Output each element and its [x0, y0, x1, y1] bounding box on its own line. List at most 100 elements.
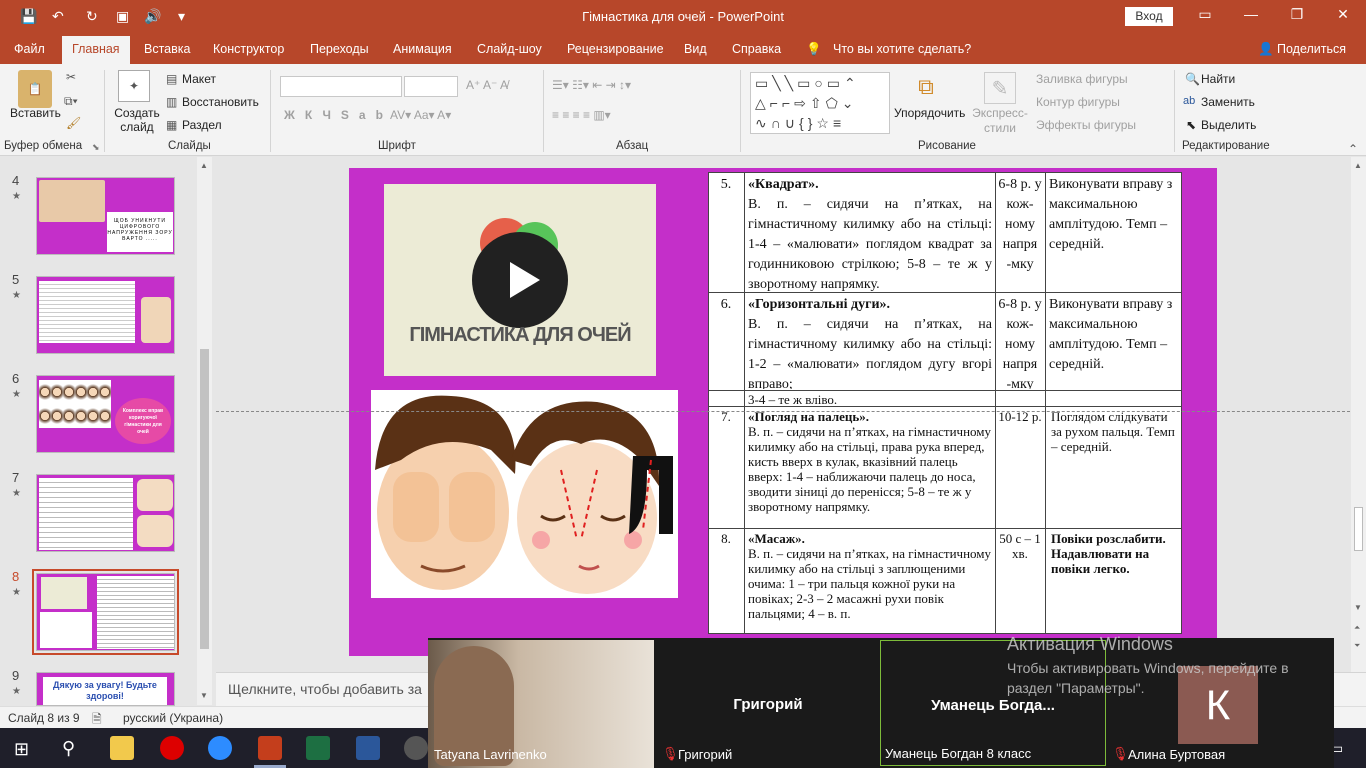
tab-view[interactable]: Вид — [684, 42, 707, 56]
minimize-icon[interactable]: — — [1236, 6, 1266, 22]
excel-icon[interactable] — [306, 736, 330, 760]
video-thumbnail[interactable]: ГІМНАСТИКА ДЛЯ ОЧЕЙ — [384, 184, 656, 376]
grow-font-icon[interactable]: A⁺ A⁻ A̸ — [466, 78, 508, 92]
slide-thumbnail-5[interactable] — [36, 276, 175, 354]
slide-number: 4 — [12, 173, 20, 188]
thumb-table — [97, 576, 174, 649]
close-icon[interactable]: ✕ — [1328, 6, 1358, 23]
arrange-icon[interactable]: ⧉ — [912, 72, 940, 102]
find-button[interactable]: Найти — [1201, 72, 1235, 86]
tab-help[interactable]: Справка — [732, 42, 781, 56]
reset-button[interactable]: Восстановить — [182, 95, 259, 109]
slide-thumbnail-7[interactable] — [36, 474, 175, 552]
slide-thumbnail-4[interactable]: ЩОБ УНИКНУТИ ЦИФРОВОГО НАПРУЖЕННЯ ЗОРУ В… — [36, 177, 175, 255]
participant-name: Уманець Богдан 8 класс — [885, 746, 1032, 761]
exercise-title: «Квадрат». — [748, 177, 819, 192]
tell-me-search[interactable]: Что вы хотите сделать? — [833, 42, 971, 56]
paste-button[interactable]: Вставить — [10, 106, 61, 120]
opera-icon[interactable] — [160, 736, 184, 760]
canvas-scrollbar[interactable]: ▲ ▼ ⏶ ⏷ — [1351, 157, 1366, 672]
shape-fill-button[interactable]: Заливка фигуры — [1036, 72, 1128, 86]
participant-display-name: Уманець Богда... — [931, 697, 1055, 714]
copy-icon[interactable]: ⧉▾ — [64, 94, 78, 109]
font-format-icons[interactable]: ЖКЧSab — [284, 108, 393, 122]
play-button[interactable] — [472, 232, 568, 328]
zoom-app-icon[interactable] — [208, 736, 232, 760]
shape-outline-button[interactable]: Контур фигуры — [1036, 95, 1120, 109]
section-icon: ▦ — [166, 118, 178, 132]
paste-icon[interactable]: 📋 — [18, 70, 52, 108]
clipboard-launcher-icon[interactable]: ⬊ — [92, 142, 100, 153]
font-color-icon[interactable]: AV▾ Aa▾ A▾ — [390, 108, 451, 122]
animation-star-icon: ★ — [12, 488, 21, 499]
slide-thumbnail-8[interactable] — [32, 569, 179, 655]
select-button[interactable]: Выделить — [1201, 118, 1256, 132]
section-button[interactable]: Раздел — [182, 118, 222, 132]
windows-start-icon[interactable]: ⊞ — [14, 739, 29, 760]
tab-transitions[interactable]: Переходы — [310, 42, 369, 56]
notes-placeholder[interactable]: Щелкните, чтобы добавить за — [228, 681, 422, 697]
tab-home[interactable]: Главная — [62, 36, 130, 64]
media-player-icon[interactable] — [404, 736, 428, 760]
exercise-table: 5. «Квадрат». В. п. – сидячи на п’ятках,… — [708, 172, 1182, 634]
word-icon[interactable] — [356, 736, 380, 760]
scroll-thumb[interactable] — [200, 349, 209, 649]
language-indicator[interactable]: русский (Украина) — [123, 711, 223, 725]
maximize-icon[interactable]: ❐ — [1282, 6, 1312, 23]
scroll-up-icon[interactable]: ▲ — [200, 161, 208, 170]
share-button[interactable]: Поделиться — [1277, 42, 1346, 56]
thumb-text-block — [39, 281, 135, 343]
cut-icon[interactable]: ✂ — [66, 70, 76, 84]
tab-insert[interactable]: Вставка — [144, 42, 190, 56]
tab-design[interactable]: Конструктор — [213, 42, 284, 56]
ribbon-display-icon[interactable]: ▭ — [1190, 6, 1220, 23]
format-painter-icon[interactable]: 🖌 — [66, 116, 81, 130]
exercise-count: 6-8 р. у кож-ному напря -мку — [998, 177, 1042, 272]
font-name-combo[interactable] — [280, 76, 402, 97]
tab-review[interactable]: Рецензирование — [567, 42, 664, 56]
slide-thumbnail-6[interactable]: Комплекс вправ коригуючої гімнастики для… — [36, 375, 175, 453]
shape-effects-button[interactable]: Эффекты фигуры — [1036, 118, 1136, 132]
scroll-up-icon[interactable]: ▲ — [1354, 161, 1362, 170]
quick-styles-button[interactable]: Экспресс-стили — [972, 106, 1028, 136]
thumbnail-scrollbar[interactable]: ▲ ▼ — [197, 157, 212, 705]
next-slide-icon[interactable]: ⏷ — [1354, 641, 1360, 651]
group-label-font: Шрифт — [378, 140, 416, 152]
replace-button[interactable]: Заменить — [1201, 95, 1255, 109]
exercise-count: 6-8 р. у кож-ному напря -мку — [998, 297, 1042, 389]
shapes-gallery[interactable]: ▭╲╲▭○▭⌃ △⌐⌐⇨⇧⬠⌄ ∿∩∪{}☆≡ — [750, 72, 890, 134]
group-label-editing: Редактирование — [1182, 140, 1270, 152]
align-icons[interactable]: ≡ ≡ ≡ ≡ ▥▾ — [552, 108, 611, 122]
search-icon[interactable]: ⚲ — [62, 738, 75, 759]
thumb-photo — [39, 180, 105, 222]
font-size-combo[interactable] — [404, 76, 458, 97]
signin-button[interactable]: Вход — [1125, 7, 1173, 26]
participant-tile[interactable]: Григорий 🎙 Григорий — [656, 640, 880, 766]
new-slide-button[interactable]: Создать слайд — [114, 106, 160, 134]
play-icon — [510, 262, 540, 298]
bullets-icon[interactable]: ☰▾ ☷▾ ⇤ ⇥ ↕▾ — [552, 78, 631, 92]
participant-tile-video[interactable]: Tatyana Lavrinenko — [428, 640, 654, 768]
tab-slideshow[interactable]: Слайд-шоу — [477, 42, 542, 56]
scroll-thumb[interactable] — [1354, 507, 1363, 551]
tab-file[interactable]: Файл — [14, 42, 45, 56]
scroll-down-icon[interactable]: ▼ — [200, 691, 208, 700]
prev-slide-icon[interactable]: ⏶ — [1354, 623, 1360, 633]
exercise-body: В. п. – сидячи на п’ятках, на гімнастичн… — [748, 546, 992, 621]
scroll-down-icon[interactable]: ▼ — [1354, 603, 1362, 612]
arrange-button[interactable]: Упорядочить — [894, 106, 965, 120]
file-explorer-icon[interactable] — [110, 736, 134, 760]
exercise-note: Поглядом слідкувати за рухом пальця. Тем… — [1051, 409, 1175, 454]
new-slide-icon[interactable]: ✦ — [118, 70, 150, 102]
tab-animations[interactable]: Анимация — [393, 42, 452, 56]
quick-styles-icon[interactable]: ✎ — [984, 72, 1016, 104]
collapse-ribbon-icon[interactable]: ⌃ — [1348, 142, 1358, 156]
replace-icon: ab — [1183, 95, 1196, 107]
powerpoint-icon[interactable] — [258, 736, 282, 760]
slide-thumbnail-9[interactable]: Дякую за увагу! Будьте здорові! — [36, 672, 175, 706]
layout-button[interactable]: Макет — [182, 72, 216, 86]
share-icon[interactable]: 👤 — [1258, 42, 1274, 57]
exercise-note: Виконувати вправу з максимальною ампліту… — [1049, 177, 1173, 252]
thumb-text: ЩОБ УНИКНУТИ ЦИФРОВОГО НАПРУЖЕННЯ ЗОРУ В… — [107, 212, 173, 252]
muted-mic-icon: 🎙 — [1112, 746, 1129, 761]
